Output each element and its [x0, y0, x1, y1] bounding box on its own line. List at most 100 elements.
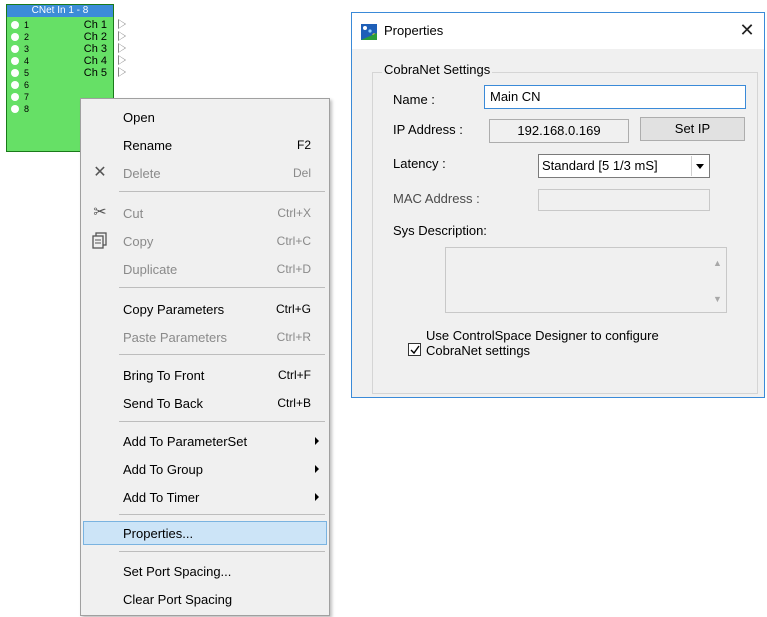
submenu-arrow-icon	[315, 437, 319, 445]
latency-select[interactable]: Standard [5 1/3 mS]	[538, 154, 710, 178]
menu-item-shortcut: Ctrl+R	[276, 330, 311, 344]
port-number: 5	[24, 68, 30, 78]
port-number: 6	[24, 80, 30, 90]
output-port-arrow-icon[interactable]	[118, 31, 126, 41]
menu-separator	[119, 354, 325, 355]
scroll-down-icon[interactable]: ▼	[713, 294, 722, 304]
menu-item-shortcut: Ctrl+C	[276, 234, 311, 248]
name-label: Name :	[393, 92, 435, 107]
menu-item-label: Copy Parameters	[123, 302, 225, 317]
menu-item-shortcut: Ctrl+G	[275, 302, 311, 316]
menu-item-shortcut: Ctrl+F	[278, 368, 311, 382]
menu-item-label: Clear Port Spacing	[123, 592, 233, 607]
input-port-dot-icon[interactable]	[11, 45, 19, 53]
output-port-arrow-icon[interactable]	[118, 55, 126, 65]
port-row: 4 Ch 4	[7, 55, 126, 67]
chevron-down-icon[interactable]	[691, 156, 708, 176]
menu-separator	[119, 421, 325, 422]
submenu-arrow-icon	[315, 493, 319, 501]
output-channel-label: Ch 5	[83, 67, 107, 79]
menu-item-send-to-back[interactable]: Send To Back Ctrl+B	[83, 391, 327, 415]
checkbox-label-line-2: CobraNet settings	[426, 343, 531, 358]
menu-item-label: Copy	[123, 234, 154, 249]
context-menu: Open Rename F2 ✕ Delete Del ✂ Cut Ctrl+X…	[80, 98, 330, 616]
menu-item-copy[interactable]: Copy Ctrl+C	[83, 229, 327, 253]
menu-item-bring-to-front[interactable]: Bring To Front Ctrl+F	[83, 363, 327, 387]
input-port-dot-icon[interactable]	[11, 81, 19, 89]
menu-item-label: Rename	[123, 138, 173, 153]
mac-address-label: MAC Address :	[393, 191, 480, 206]
input-port-dot-icon[interactable]	[11, 21, 19, 29]
menu-item-properties[interactable]: Properties...	[83, 521, 327, 545]
menu-item-shortcut: Ctrl+B	[277, 396, 311, 410]
port-number: 1	[24, 20, 30, 30]
input-port-dot-icon[interactable]	[11, 69, 19, 77]
port-number: 8	[24, 104, 30, 114]
dialog-titlebar[interactable]: Properties ✕	[352, 13, 764, 49]
copy-icon	[91, 232, 109, 250]
port-number: 3	[24, 44, 30, 54]
dialog-title: Properties	[384, 23, 444, 38]
close-icon[interactable]: ✕	[734, 18, 760, 42]
menu-item-shortcut: Del	[292, 166, 311, 180]
group-label: CobraNet Settings	[382, 62, 493, 77]
menu-item-paste-parameters[interactable]: Paste Parameters Ctrl+R	[83, 325, 327, 349]
latency-selected-value: Standard [5 1/3 mS]	[542, 158, 658, 173]
input-port-dot-icon[interactable]	[11, 33, 19, 41]
ip-address-field: 192.168.0.169	[489, 119, 629, 143]
menu-item-clear-port-spacing[interactable]: Clear Port Spacing	[83, 587, 327, 611]
menu-item-cut[interactable]: ✂ Cut Ctrl+X	[83, 201, 327, 225]
menu-item-label: Properties...	[123, 526, 194, 541]
menu-item-copy-parameters[interactable]: Copy Parameters Ctrl+G	[83, 297, 327, 321]
output-channel-label: Ch 2	[83, 31, 107, 43]
menu-item-label: Delete	[123, 166, 161, 181]
port-row: 5 Ch 5	[7, 67, 126, 79]
mac-address-field	[538, 189, 710, 211]
output-port-arrow-icon[interactable]	[118, 67, 126, 77]
menu-item-label: Send To Back	[123, 396, 203, 411]
menu-item-delete[interactable]: ✕ Delete Del	[83, 161, 327, 185]
properties-dialog: Properties ✕ CobraNet Settings Name : Ma…	[351, 12, 765, 398]
menu-item-shortcut: Ctrl+D	[276, 262, 311, 276]
port-number: 2	[24, 32, 30, 42]
submenu-arrow-icon	[315, 465, 319, 473]
input-port-dot-icon[interactable]	[11, 57, 19, 65]
menu-item-label: Open	[123, 110, 155, 125]
menu-item-shortcut: Ctrl+X	[277, 206, 311, 220]
menu-item-label: Add To Timer	[123, 490, 200, 505]
sys-description-textarea[interactable]: ▲ ▼	[445, 247, 727, 313]
set-ip-button[interactable]: Set IP	[640, 117, 745, 141]
port-row: 6	[7, 79, 115, 91]
menu-item-rename[interactable]: Rename F2	[83, 133, 327, 157]
port-row: 1 Ch 1	[7, 19, 126, 31]
menu-item-label: Set Port Spacing...	[123, 564, 232, 579]
delete-x-icon: ✕	[93, 164, 107, 181]
output-channel-label: Ch 3	[83, 43, 107, 55]
port-number: 4	[24, 56, 30, 66]
menu-item-set-port-spacing[interactable]: Set Port Spacing...	[83, 559, 327, 583]
menu-separator	[119, 514, 325, 515]
output-port-arrow-icon[interactable]	[118, 43, 126, 53]
scroll-up-icon[interactable]: ▲	[713, 258, 722, 268]
menu-item-add-to-timer[interactable]: Add To Timer	[83, 485, 327, 509]
sys-description-label: Sys Description:	[393, 223, 487, 238]
menu-item-duplicate[interactable]: Duplicate Ctrl+D	[83, 257, 327, 281]
menu-separator	[119, 191, 325, 192]
use-controlspace-checkbox[interactable]	[408, 343, 421, 356]
input-port-dot-icon[interactable]	[11, 105, 19, 113]
output-port-arrow-icon[interactable]	[118, 19, 126, 29]
menu-item-add-to-group[interactable]: Add To Group	[83, 457, 327, 481]
menu-item-label: Cut	[123, 206, 144, 221]
menu-item-open[interactable]: Open	[83, 105, 327, 129]
menu-item-label: Add To Group	[123, 462, 203, 477]
input-port-dot-icon[interactable]	[11, 93, 19, 101]
menu-item-shortcut: F2	[296, 138, 311, 152]
port-number: 7	[24, 92, 30, 102]
output-channel-label: Ch 1	[83, 19, 107, 31]
latency-label: Latency :	[393, 156, 446, 171]
vertical-scrollbar[interactable]: ▲ ▼	[709, 248, 726, 312]
port-row: 3 Ch 3	[7, 43, 126, 55]
scissors-icon: ✂	[93, 204, 107, 221]
name-input[interactable]: Main CN	[484, 85, 746, 109]
menu-item-add-to-parameterset[interactable]: Add To ParameterSet	[83, 429, 327, 453]
